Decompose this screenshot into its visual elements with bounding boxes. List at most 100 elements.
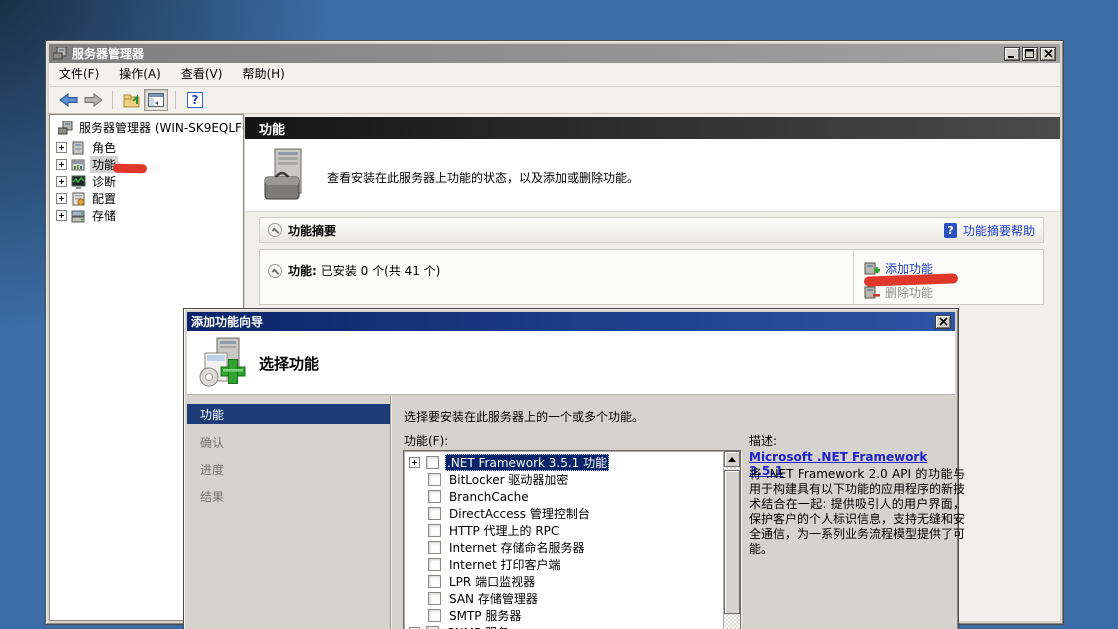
tree-item-configuration[interactable]: 配置 (56, 190, 118, 207)
pane-intro-text: 查看安装在此服务器上功能的状态，以及添加或删除功能。 (327, 169, 639, 186)
feature-row[interactable]: LPR 端口监视器 (404, 573, 722, 590)
feature-row[interactable]: DirectAccess 管理控制台 (404, 505, 722, 522)
minimize-button[interactable] (1004, 47, 1020, 61)
feature-row[interactable]: BranchCache (404, 488, 722, 505)
feature-label: Internet 打印客户端 (447, 556, 562, 573)
dialog-title: 添加功能向导 (191, 313, 263, 330)
chevron-up-icon (271, 228, 279, 236)
expand-icon[interactable] (56, 142, 67, 153)
maximize-icon (1025, 49, 1035, 58)
feature-label: LPR 端口监视器 (447, 573, 537, 590)
features-count-label: 功能: (288, 262, 317, 279)
feature-row[interactable]: .NET Framework 3.5.1 功能 (404, 454, 722, 471)
tree-item-label: 诊断 (90, 173, 118, 190)
collapse-toggle[interactable] (268, 264, 282, 278)
features-list-label: 功能(F): (404, 432, 448, 449)
feature-label: .NET Framework 3.5.1 功能 (445, 454, 609, 471)
help-badge-icon: ? (944, 223, 957, 238)
expand-icon[interactable] (56, 210, 67, 221)
dialog-heading: 选择功能 (259, 353, 319, 374)
tree-root[interactable]: 服务器管理器 (WIN-SK9EQLFGIL (54, 119, 244, 136)
features-listbox[interactable]: .NET Framework 3.5.1 功能 BitLocker 驱动器加密 … (403, 450, 741, 629)
back-button[interactable] (57, 89, 81, 111)
dialog-body: 功能 确认 进度 结果 选择要安装在此服务器上的一个或多个功能。 功能(F): … (187, 396, 955, 629)
menu-action[interactable]: 操作(A) (109, 63, 171, 86)
feature-label: SNMP 服务 (445, 624, 511, 629)
tree-item-label: 角色 (90, 139, 118, 156)
tree-item-features[interactable]: 功能 (56, 156, 118, 173)
close-button[interactable] (1040, 47, 1056, 61)
window-titlebar[interactable]: 服务器管理器 (49, 44, 1060, 63)
step-progress[interactable]: 进度 (187, 459, 390, 479)
feature-label: SAN 存储管理器 (447, 590, 540, 607)
dialog-close-button[interactable] (935, 315, 951, 329)
feature-checkbox[interactable] (428, 592, 441, 605)
chevron-up-icon (271, 268, 279, 276)
feature-checkbox[interactable] (428, 473, 441, 486)
wizard-content: 选择要安装在此服务器上的一个或多个功能。 功能(F): 描述: .NET Fra… (393, 396, 955, 629)
feature-row[interactable]: HTTP 代理上的 RPC (404, 522, 722, 539)
server-manager-icon (53, 47, 67, 60)
toolbar-separator (175, 91, 176, 109)
toolbar: ? (49, 87, 1060, 114)
description-label: 描述: (749, 432, 777, 449)
expand-icon[interactable] (409, 457, 420, 468)
features-summary-help-link[interactable]: ? 功能摘要帮助 (944, 222, 1035, 239)
menu-help[interactable]: 帮助(H) (232, 63, 294, 86)
feature-row[interactable]: Internet 打印客户端 (404, 556, 722, 573)
features-summary-band: 功能摘要 ? 功能摘要帮助 (259, 217, 1044, 243)
console-window-icon (148, 93, 164, 107)
feature-row[interactable]: SAN 存储管理器 (404, 590, 722, 607)
tree-item-roles[interactable]: 角色 (56, 139, 118, 156)
feature-checkbox[interactable] (426, 456, 439, 469)
feature-row[interactable]: Internet 存储命名服务器 (404, 539, 722, 556)
feature-label: HTTP 代理上的 RPC (447, 522, 561, 539)
desktop: 服务器管理器 文件(F) 操作(A) 查看(V) 帮助(H) ? (0, 0, 1118, 629)
help-link-label: 功能摘要帮助 (963, 222, 1035, 239)
features-summary-title: 功能摘要 (288, 222, 336, 239)
tree-item-label: 配置 (90, 190, 118, 207)
remove-features-label: 删除功能 (885, 284, 933, 301)
scroll-up-button[interactable] (724, 451, 740, 467)
collapse-toggle[interactable] (268, 223, 282, 237)
step-confirmation[interactable]: 确认 (187, 432, 390, 452)
tree-item-storage[interactable]: 存储 (56, 207, 118, 224)
console-panes-button[interactable] (144, 89, 168, 111)
feature-row[interactable]: SMTP 服务器 (404, 607, 722, 624)
scrollbar-thumb[interactable] (724, 470, 740, 614)
add-features-wizard-dialog: 添加功能向导 选择功能 功能 确认 进度 结果 (183, 308, 959, 629)
feature-checkbox[interactable] (428, 558, 441, 571)
feature-checkbox[interactable] (428, 507, 441, 520)
expand-icon[interactable] (56, 159, 67, 170)
window-title: 服务器管理器 (72, 45, 144, 62)
feature-checkbox[interactable] (428, 490, 441, 503)
expand-icon[interactable] (56, 193, 67, 204)
dialog-titlebar[interactable]: 添加功能向导 (187, 312, 955, 331)
feature-checkbox[interactable] (428, 575, 441, 588)
feature-checkbox[interactable] (428, 541, 441, 554)
menu-view[interactable]: 查看(V) (171, 63, 233, 86)
step-results[interactable]: 结果 (187, 486, 390, 506)
feature-row[interactable]: SNMP 服务 (404, 624, 722, 629)
listbox-scrollbar[interactable] (723, 451, 740, 629)
show-console-tree-button[interactable] (120, 89, 144, 111)
back-arrow-icon (59, 93, 79, 107)
add-features-wizard-icon (197, 337, 247, 391)
feature-checkbox[interactable] (428, 524, 441, 537)
forward-button[interactable] (81, 89, 105, 111)
help-button[interactable]: ? (183, 89, 207, 111)
diagnostics-icon (71, 175, 86, 189)
feature-checkbox[interactable] (428, 609, 441, 622)
feature-row[interactable]: BitLocker 驱动器加密 (404, 471, 722, 488)
configuration-icon (71, 192, 86, 206)
menu-file[interactable]: 文件(F) (49, 63, 109, 86)
step-features[interactable]: 功能 (187, 404, 390, 424)
server-toolbox-icon (261, 147, 313, 207)
storage-icon (71, 209, 86, 223)
maximize-button[interactable] (1022, 47, 1038, 61)
tree-item-diagnostics[interactable]: 诊断 (56, 173, 118, 190)
features-icon (71, 158, 86, 172)
feature-label: Internet 存储命名服务器 (447, 539, 586, 556)
add-features-icon (864, 262, 879, 275)
expand-icon[interactable] (56, 176, 67, 187)
